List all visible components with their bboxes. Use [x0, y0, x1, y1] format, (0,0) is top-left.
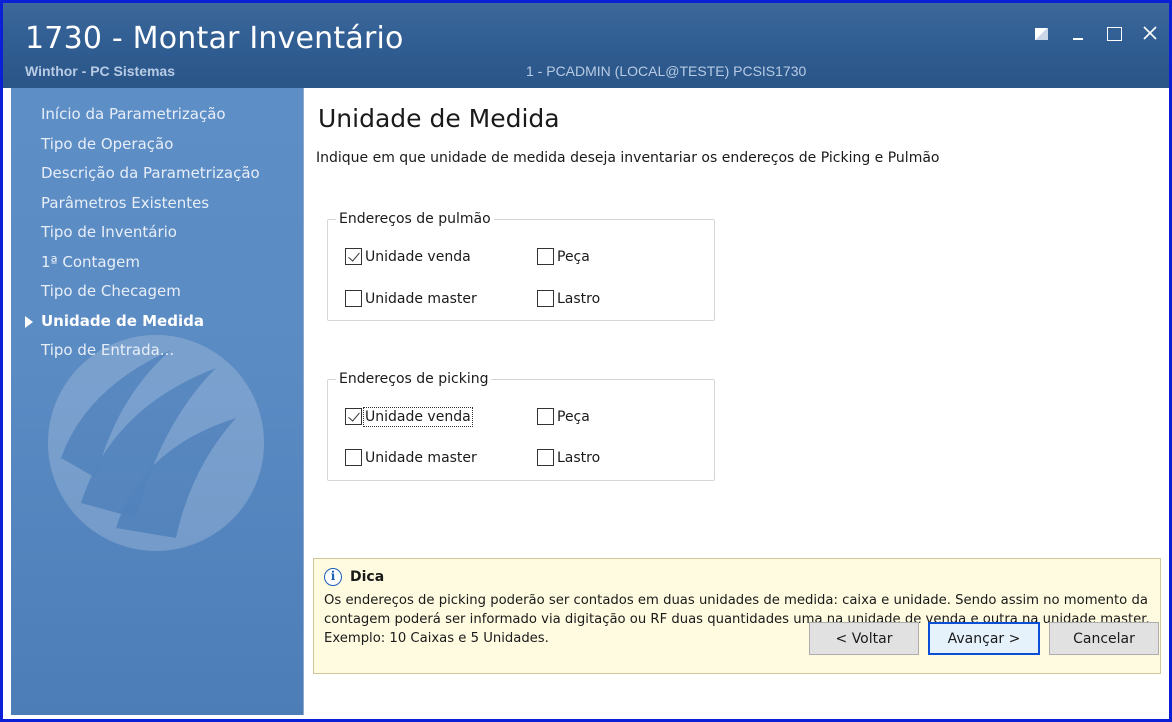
sidebar-item-label: Tipo de Checagem [41, 282, 181, 300]
sidebar-item-tipo-operacao[interactable]: Tipo de Operação [11, 130, 303, 160]
sidebar-item-parametros-existentes[interactable]: Parâmetros Existentes [11, 189, 303, 219]
sidebar-item-label: Início da Parametrização [41, 105, 226, 123]
checkbox-label: Unidade master [365, 290, 477, 307]
window-title: 1730 - Montar Inventário [25, 21, 404, 56]
window-subtitle: Winthor - PC Sistemas [25, 63, 176, 79]
title-bar[interactable]: 1730 - Montar Inventário Winthor - PC Si… [3, 3, 1169, 88]
checkbox-picking-peca[interactable]: Peça [537, 408, 590, 425]
minimize-button[interactable] [1067, 23, 1089, 45]
tip-title: Dica [350, 569, 385, 585]
window-controls [1031, 23, 1161, 45]
wizard-steps-sidebar: Início da Parametrização Tipo de Operaçã… [11, 88, 304, 715]
checkbox-pulmao-unidade-master[interactable]: Unidade master [345, 290, 477, 307]
close-icon [1143, 26, 1157, 40]
sidebar-item-tipo-entrada[interactable]: Tipo de Entrada... [11, 336, 303, 366]
sidebar-item-tipo-inventario[interactable]: Tipo de Inventário [11, 218, 303, 248]
wizard-content: Unidade de Medida Indique em que unidade… [304, 88, 1169, 715]
wizard-step-list: Início da Parametrização Tipo de Operaçã… [11, 100, 303, 366]
groupbox-enderecos-picking: Endereços de picking Unidade venda Peça … [327, 371, 715, 481]
checkbox-unchecked-icon[interactable] [537, 290, 554, 307]
maximize-button[interactable] [1103, 23, 1125, 45]
groupbox-enderecos-pulmao: Endereços de pulmão Unidade venda Peça U… [327, 211, 715, 321]
sidebar-item-label: Tipo de Entrada... [41, 341, 175, 359]
sidebar-item-label: 1ª Contagem [41, 252, 140, 271]
checkbox-checked-icon[interactable] [345, 408, 362, 425]
checkbox-pulmao-lastro[interactable]: Lastro [537, 290, 600, 307]
sidebar-item-label: Tipo de Inventário [41, 223, 177, 241]
dock-window-icon[interactable] [1031, 23, 1053, 45]
checkbox-pulmao-unidade-venda[interactable]: Unidade venda [345, 248, 471, 265]
checkbox-unchecked-icon[interactable] [345, 449, 362, 466]
sidebar-item-inicio-parametrizacao[interactable]: Início da Parametrização [11, 100, 303, 130]
groupbox-legend: Endereços de picking [336, 371, 492, 387]
session-info: 1 - PCADMIN (LOCAL@TESTE) PCSIS1730 [526, 63, 807, 79]
checkbox-label: Unidade venda [365, 248, 471, 265]
info-icon: i [324, 568, 342, 586]
sidebar-item-unidade-medida[interactable]: Unidade de Medida [11, 307, 303, 337]
checkbox-unchecked-icon[interactable] [537, 408, 554, 425]
back-button[interactable]: < Voltar [809, 622, 919, 655]
tip-header: i Dica [324, 568, 384, 586]
wizard-buttons: < Voltar Avançar > Cancelar [809, 622, 1159, 655]
checkbox-picking-unidade-master[interactable]: Unidade master [345, 449, 477, 466]
checkbox-pulmao-peca[interactable]: Peça [537, 248, 590, 265]
checkbox-checked-icon[interactable] [345, 248, 362, 265]
sidebar-item-tipo-checagem[interactable]: Tipo de Checagem [11, 277, 303, 307]
checkbox-unchecked-icon[interactable] [345, 290, 362, 307]
page-description: Indique em que unidade de medida deseja … [316, 150, 940, 166]
checkbox-label: Lastro [557, 449, 601, 466]
app-window: 1730 - Montar Inventário Winthor - PC Si… [0, 0, 1172, 722]
checkbox-label: Peça [557, 408, 590, 425]
tip-panel: i Dica Os endereços de picking poderão s… [313, 558, 1161, 674]
checkbox-label: Lastro [557, 290, 601, 307]
sidebar-item-label: Unidade de Medida [41, 311, 204, 330]
checkbox-label: Peça [557, 248, 590, 265]
current-step-arrow-icon [25, 315, 33, 328]
checkbox-unchecked-icon[interactable] [537, 248, 554, 265]
cancel-button[interactable]: Cancelar [1049, 622, 1159, 655]
sidebar-item-primeira-contagem[interactable]: 1ª Contagem [11, 248, 303, 278]
page-title: Unidade de Medida [318, 104, 560, 133]
groupbox-legend: Endereços de pulmão [336, 211, 494, 227]
sidebar-item-label: Descrição da Parametrização [41, 164, 260, 182]
sidebar-item-descricao-parametrizacao[interactable]: Descrição da Parametrização [11, 159, 303, 189]
sidebar-item-label: Tipo de Operação [41, 134, 174, 153]
checkbox-label: Unidade master [365, 449, 477, 466]
checkbox-unchecked-icon[interactable] [537, 449, 554, 466]
checkbox-picking-unidade-venda[interactable]: Unidade venda [345, 406, 473, 427]
next-button[interactable]: Avançar > [928, 622, 1040, 655]
checkbox-label: Unidade venda [363, 406, 473, 427]
sidebar-item-label: Parâmetros Existentes [41, 193, 210, 212]
checkbox-picking-lastro[interactable]: Lastro [537, 449, 600, 466]
close-button[interactable] [1139, 23, 1161, 45]
